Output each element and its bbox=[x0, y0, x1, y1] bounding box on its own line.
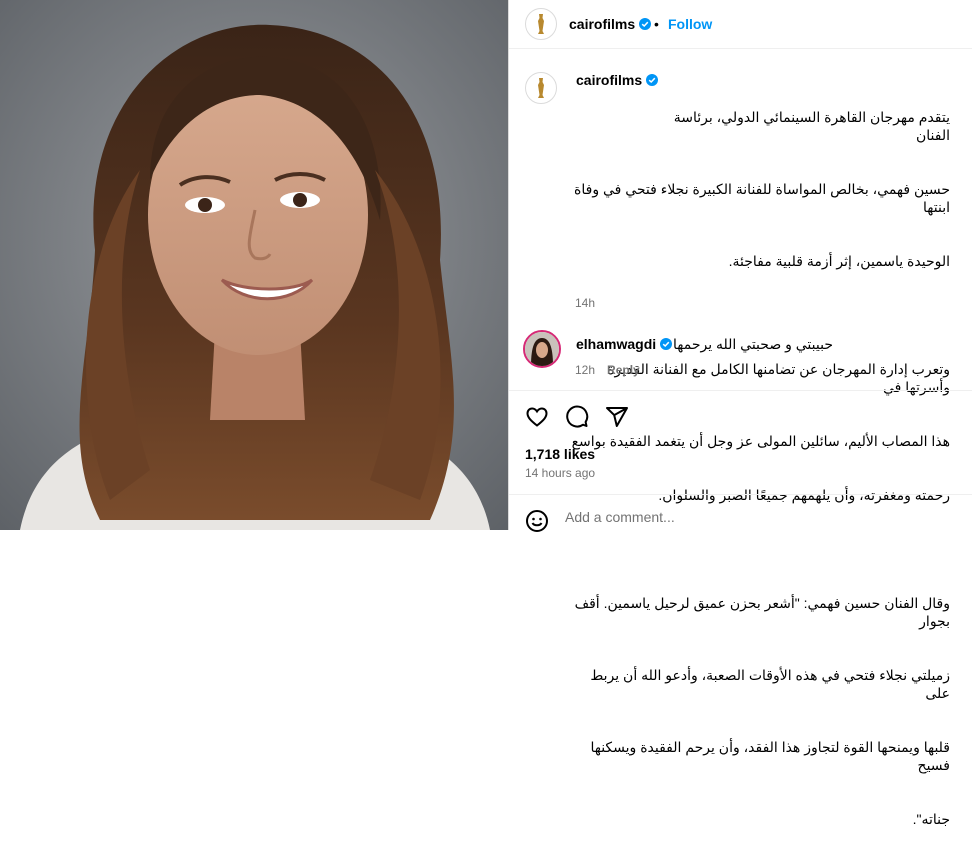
post-side-panel: cairofilms • Follow يتقدم مهرجان القاهرة… bbox=[508, 0, 972, 827]
comment-username[interactable]: elhamwagdi bbox=[576, 336, 656, 352]
commenter-avatar[interactable] bbox=[523, 330, 561, 368]
emoji-icon[interactable] bbox=[525, 509, 549, 533]
comment-icon[interactable] bbox=[565, 405, 589, 429]
post-date[interactable]: 14 hours ago bbox=[525, 466, 595, 480]
header-account: cairofilms bbox=[569, 16, 652, 34]
account-avatar[interactable] bbox=[525, 8, 557, 40]
like-count[interactable]: 1,718 likes bbox=[525, 446, 595, 462]
account-username[interactable]: cairofilms bbox=[569, 16, 635, 32]
post-header: cairofilms • Follow bbox=[509, 0, 972, 49]
comment-timestamp[interactable]: 12h bbox=[575, 363, 595, 377]
caption-line: قلبها ويمنحها القوة لتجاوز هذا الفقد، وأ… bbox=[586, 739, 950, 773]
follow-button[interactable]: Follow bbox=[668, 16, 712, 32]
comment-input[interactable] bbox=[565, 509, 945, 525]
verified-badge-icon bbox=[646, 74, 659, 86]
comment-composer bbox=[509, 494, 972, 533]
share-icon[interactable] bbox=[605, 405, 629, 429]
commenter-photo bbox=[525, 332, 559, 366]
caption-line: جناته". bbox=[912, 811, 950, 827]
separator-dot: • bbox=[654, 16, 659, 32]
reply-button[interactable]: Reply bbox=[607, 363, 640, 377]
caption-account: cairofilms bbox=[576, 72, 659, 90]
caption-username[interactable]: cairofilms bbox=[576, 72, 642, 88]
caption-text: يتقدم مهرجان القاهرة السينمائي الدولي، ب… bbox=[570, 72, 950, 864]
caption-timestamp[interactable]: 14h bbox=[575, 296, 595, 310]
portrait-photo bbox=[0, 0, 508, 530]
caption-avatar[interactable] bbox=[525, 72, 557, 104]
caption-line: حسين فهمي، بخالص المواساة للفنانة الكبير… bbox=[570, 181, 950, 215]
caption-line: وقال الفنان حسين فهمي: "أشعر بحزن عميق ل… bbox=[570, 595, 950, 629]
comment-meta: 12h Reply bbox=[575, 361, 640, 379]
logo-statuette-icon bbox=[538, 78, 544, 98]
action-bar bbox=[509, 390, 972, 445]
heart-icon[interactable] bbox=[525, 405, 549, 429]
post-image[interactable] bbox=[0, 0, 508, 530]
verified-badge-icon bbox=[639, 18, 652, 30]
logo-statuette-icon bbox=[538, 14, 544, 34]
caption-line: زميلتي نجلاء فتحي في هذه الأوقات الصعبة،… bbox=[586, 667, 950, 701]
caption-line: يتقدم مهرجان القاهرة السينمائي الدولي، ب… bbox=[669, 109, 950, 143]
comment-text: حبيبتي و صحبتي الله يرحمها bbox=[673, 336, 833, 352]
comment-account: elhamwagdi bbox=[576, 336, 673, 354]
verified-badge-icon bbox=[660, 338, 673, 350]
caption-line: الوحيدة ياسمين، إثر أزمة قلبية مفاجئة. bbox=[728, 253, 950, 269]
